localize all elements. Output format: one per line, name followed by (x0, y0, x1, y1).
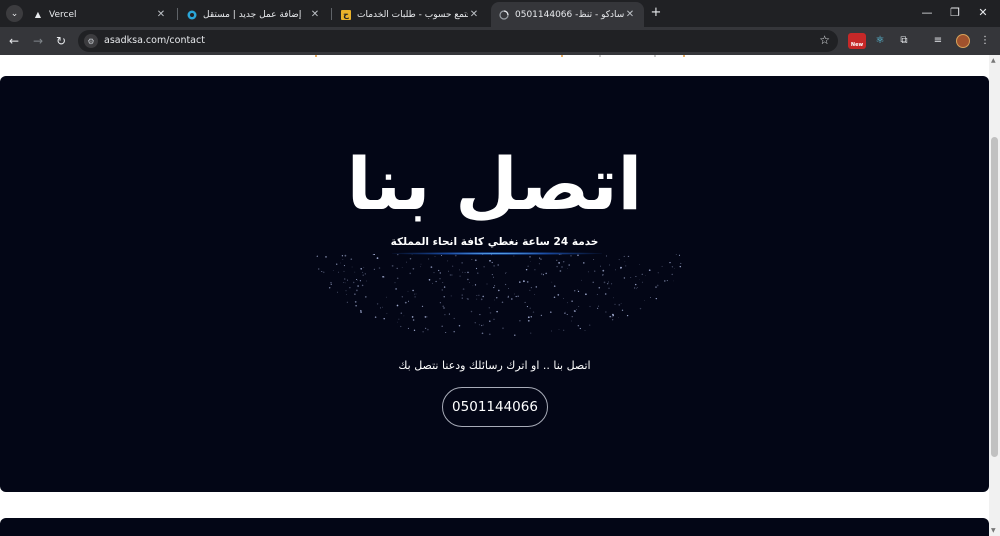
page-viewport: اتصل بنا خدمة 24 ساعة نغطي كافة انحاء ال… (0, 55, 989, 536)
loading-icon (499, 9, 509, 20)
profile-avatar[interactable] (956, 34, 970, 48)
close-icon[interactable]: ✕ (309, 9, 321, 20)
back-arrow-icon[interactable]: ← (6, 33, 22, 49)
restore-icon[interactable]: ❐ (948, 6, 962, 20)
tab-title: إضافة عمل جديد | مستقل (203, 9, 302, 20)
media-controls-icon[interactable]: ≡ (931, 34, 945, 48)
sparkle-decor (316, 254, 682, 336)
scroll-down-arrow-icon[interactable]: ▼ (991, 527, 996, 534)
tab-asadko[interactable]: 0501144066 -شركة اسادكو - تنظ ✕ (491, 2, 644, 27)
close-icon[interactable]: ✕ (155, 9, 167, 20)
extensions-puzzle-icon[interactable]: ⧉ (897, 34, 911, 48)
more-menu-icon[interactable]: ⋮ (978, 34, 992, 48)
extension-badge-label: New (850, 42, 864, 48)
bookmark-star-icon[interactable]: ☆ (819, 33, 830, 47)
vercel-triangle-icon: ▲ (34, 10, 42, 19)
tab-mostaql[interactable]: إضافة عمل جديد | مستقل ✕ (179, 2, 329, 27)
tab-divider (177, 8, 178, 20)
hsoub-icon: ح (341, 9, 351, 20)
contact-hero: اتصل بنا خدمة 24 ساعة نغطي كافة انحاء ال… (0, 76, 989, 492)
page-scrollbar[interactable]: ▲ ▼ (989, 55, 1000, 536)
tab-strip: ⌄ ▲ Vercel ✕ إضافة عمل جديد | مستقل ✕ ح … (0, 0, 1000, 27)
browser-toolbar: ← → ↻ ⚙ asadksa.com/contact ☆ New ⚛ ⧉ ≡ … (0, 27, 1000, 55)
tab-vercel[interactable]: ▲ Vercel ✕ (25, 2, 175, 27)
scroll-thumb[interactable] (991, 137, 998, 457)
forward-arrow-icon[interactable]: → (30, 33, 46, 49)
page-title: اتصل بنا (346, 142, 643, 226)
minimize-icon[interactable]: — (920, 6, 934, 20)
mostaql-icon (187, 10, 197, 20)
react-devtools-icon[interactable]: ⚛ (873, 34, 887, 48)
hero-subtitle: خدمة 24 ساعة نغطي كافة انحاء المملكة (390, 236, 599, 248)
new-tab-button[interactable]: + (649, 6, 663, 20)
tab-hsoub[interactable]: ح مجتمع حسوب - طلبات الخدمات ✕ (333, 2, 488, 27)
reload-icon[interactable]: ↻ (53, 33, 69, 49)
tab-title: 0501144066 -شركة اسادكو - تنظ (515, 9, 624, 20)
tab-title: مجتمع حسوب - طلبات الخدمات (357, 9, 468, 20)
next-section (0, 518, 989, 536)
header-remnant-decor (315, 55, 685, 57)
tab-divider (331, 8, 332, 20)
scroll-up-arrow-icon[interactable]: ▲ (991, 57, 996, 64)
site-info-icon[interactable]: ⚙ (84, 34, 98, 48)
extension-new-badge-icon[interactable]: New (848, 33, 866, 49)
phone-call-button[interactable]: 0501144066 (442, 387, 548, 427)
glow-line (392, 252, 602, 255)
close-icon[interactable]: ✕ (624, 9, 636, 20)
window-close-icon[interactable]: ✕ (976, 6, 990, 20)
hero-description: اتصل بنا .. او اترك رسائلك ودعنا نتصل بك (398, 359, 591, 372)
tab-title: Vercel (49, 9, 77, 20)
address-bar[interactable]: ⚙ asadksa.com/contact ☆ (78, 30, 838, 52)
url-text: asadksa.com/contact (104, 35, 205, 46)
close-icon[interactable]: ✕ (468, 9, 480, 20)
tab-search-icon[interactable]: ⌄ (6, 5, 23, 22)
